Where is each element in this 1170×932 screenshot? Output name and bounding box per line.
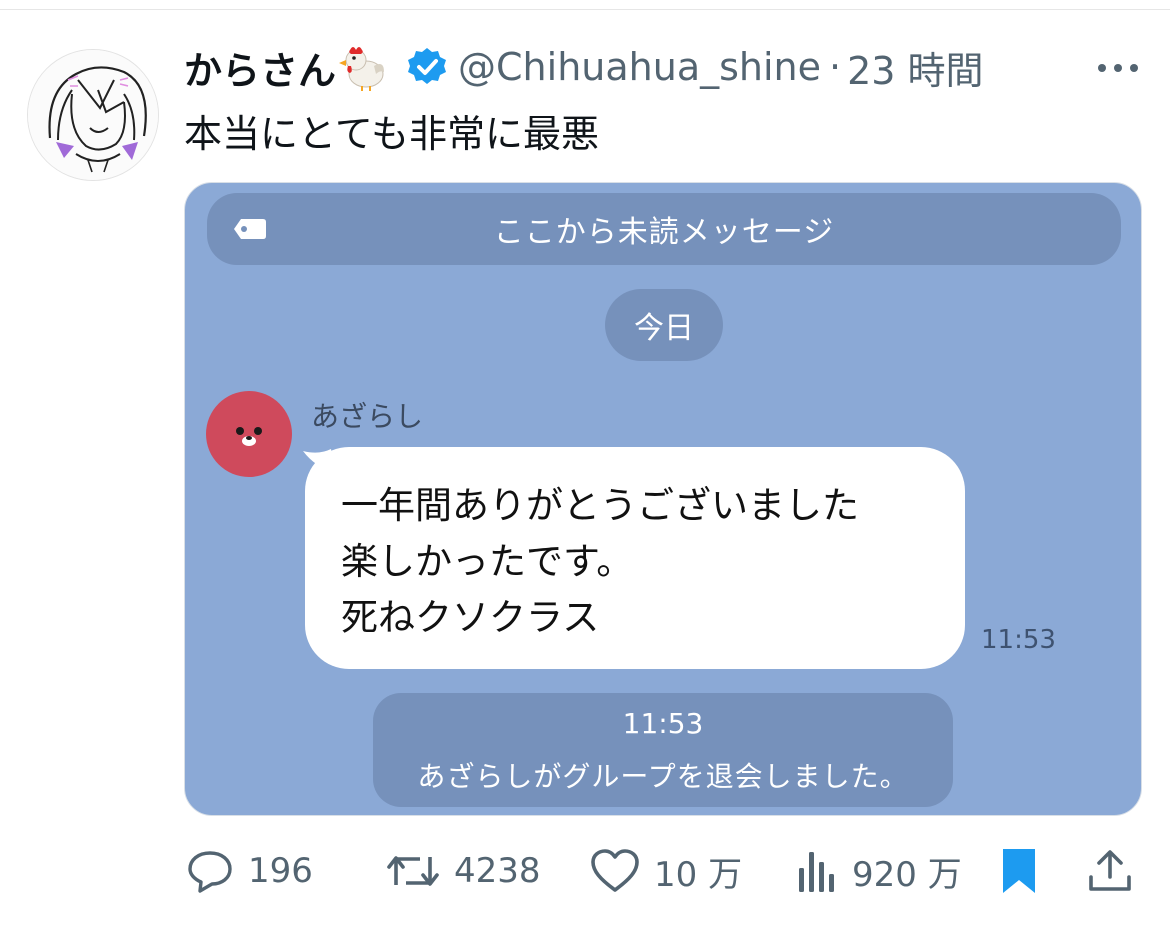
avatar-drawing xyxy=(28,50,158,180)
chicken-emoji-icon xyxy=(338,42,388,92)
retweet-button[interactable]: 4238 xyxy=(386,844,541,898)
notice-time: 11:53 xyxy=(622,707,704,740)
heart-icon xyxy=(591,849,639,892)
views-button[interactable]: 920 万 xyxy=(796,844,962,898)
sender-name: あざらし xyxy=(311,400,424,433)
tweet-header: からさん @Chihuahua_shine · 23 時間 xyxy=(184,38,984,96)
user-handle[interactable]: @Chihuahua_shine xyxy=(458,45,821,89)
bookmark-button[interactable] xyxy=(1000,844,1038,898)
system-notice: 11:53 あざらしがグループを退会しました。 xyxy=(373,693,953,807)
top-divider xyxy=(0,0,1170,10)
verified-badge-icon xyxy=(406,46,448,88)
message-time: 11:53 xyxy=(981,625,1056,655)
message-line: 一年間ありがとうございました xyxy=(341,484,859,527)
sender-avatar xyxy=(206,391,292,477)
seal-face-icon xyxy=(236,427,262,446)
message-bubble: 一年間ありがとうございました 楽しかったです。 死ねクソクラス xyxy=(305,447,965,669)
notice-text: あざらしがグループを退会しました。 xyxy=(417,760,909,793)
tweet-media-image[interactable]: ここから未読メッセージ 今日 あざらし 一年間ありがとうございました 楽しかった… xyxy=(184,182,1142,816)
reply-button[interactable]: 196 xyxy=(186,844,313,898)
reply-count: 196 xyxy=(248,851,313,891)
reply-icon xyxy=(188,851,232,893)
tweet-timestamp[interactable]: 23 時間 xyxy=(847,40,983,95)
message-line: 死ねクソクラス xyxy=(341,596,600,639)
like-count: 10 万 xyxy=(654,854,743,895)
more-options-icon[interactable] xyxy=(1094,58,1142,78)
message-line: 楽しかったです。 xyxy=(341,540,634,583)
tweet-action-bar: 196 4238 10 万 920 万 xyxy=(0,836,1170,906)
header-separator: · xyxy=(829,45,842,89)
views-count: 920 万 xyxy=(852,854,962,895)
unread-banner-text: ここから未読メッセージ xyxy=(493,215,835,250)
user-avatar[interactable] xyxy=(27,49,159,181)
date-label: 今日 xyxy=(605,289,723,361)
unread-banner: ここから未読メッセージ xyxy=(207,193,1121,265)
retweet-icon xyxy=(387,856,439,886)
like-button[interactable]: 10 万 xyxy=(590,844,742,898)
tag-icon xyxy=(234,219,266,239)
views-icon xyxy=(799,852,834,892)
retweet-count: 4238 xyxy=(454,851,541,891)
share-button[interactable] xyxy=(1086,844,1134,898)
share-icon xyxy=(1089,850,1131,891)
tweet-page: からさん @Chihuahua_shine · 23 時間 本当にとても非常に最… xyxy=(0,0,1170,932)
tweet-text: 本当にとても非常に最悪 xyxy=(184,112,599,156)
bookmark-icon xyxy=(1003,849,1035,893)
display-name[interactable]: からさん xyxy=(184,40,336,95)
